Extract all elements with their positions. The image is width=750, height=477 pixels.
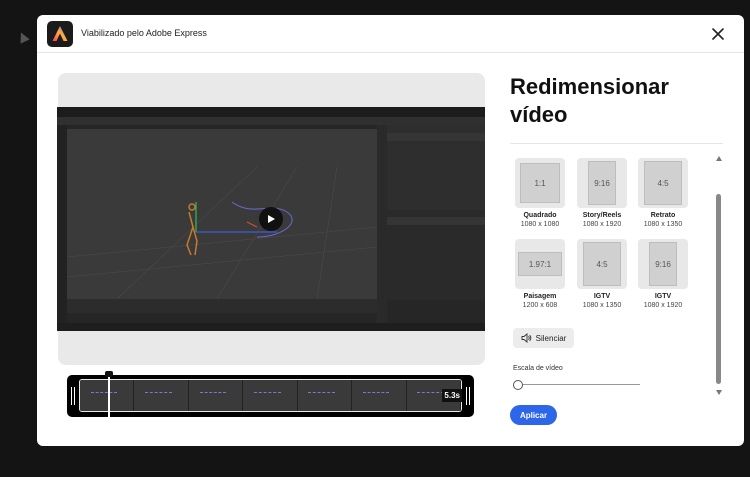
preset-dimensions: 1200 x 608 [522, 302, 558, 309]
divider [510, 143, 723, 144]
mute-button[interactable]: Silenciar [513, 328, 574, 348]
mute-label: Silenciar [535, 333, 567, 343]
speaker-icon [521, 333, 531, 343]
preset-name: Paisagem [523, 293, 557, 300]
video-scale-track[interactable] [517, 384, 640, 385]
close-button[interactable] [710, 26, 726, 42]
preset-dimensions: 1080 x 1920 [582, 221, 622, 228]
preset-thumbnail: 9:16 [638, 239, 688, 289]
playhead-knob[interactable] [105, 371, 113, 377]
preset-name: Quadrado [523, 212, 557, 219]
preset-name: IGTV [654, 293, 672, 300]
preset-name: Retrato [650, 212, 676, 219]
scrollbar-thumb[interactable] [716, 194, 721, 384]
filmstrip-frame [188, 380, 244, 411]
filmstrip-frame [297, 380, 353, 411]
preset-thumbnail: 4:5 [577, 239, 627, 289]
aspect-ratio-box: 4:5 [583, 242, 621, 286]
aspect-ratio-box: 9:16 [588, 161, 616, 205]
preset-igtv-9-16[interactable]: 9:16 IGTV 1080 x 1920 [633, 239, 693, 309]
duration-label: 5.3s [442, 389, 462, 402]
preset-name: IGTV [593, 293, 611, 300]
video-scale-slider-thumb[interactable] [513, 380, 523, 390]
dialog-header: Viabilizado pelo Adobe Express [37, 15, 744, 53]
aspect-ratio-box: 1.97:1 [518, 252, 562, 276]
preset-name: Story/Reels [582, 212, 622, 219]
preset-thumbnail: 1:1 [515, 158, 565, 208]
filmstrip-frame [134, 380, 189, 411]
preset-quadrado[interactable]: 1:1 Quadrado 1080 x 1080 [510, 158, 570, 228]
trim-start-handle[interactable] [71, 387, 75, 405]
trim-timeline[interactable]: 5.3s [67, 371, 474, 417]
preset-dimensions: 1080 x 1350 [582, 302, 622, 309]
resize-video-dialog: Viabilizado pelo Adobe Express 5.3s Redi… [37, 15, 744, 446]
preset-retrato[interactable]: 4:5 Retrato 1080 x 1350 [633, 158, 693, 228]
background-cursor-icon [16, 30, 30, 44]
panel-scrollbar[interactable] [716, 156, 722, 395]
filmstrip-frame [352, 380, 407, 411]
scroll-down-arrow-icon[interactable] [716, 390, 722, 395]
preset-dimensions: 1080 x 1920 [643, 302, 683, 309]
close-icon [712, 28, 724, 40]
preset-thumbnail: 1.97:1 [515, 239, 565, 289]
aspect-ratio-box: 1:1 [520, 163, 560, 203]
preset-thumbnail: 4:5 [638, 158, 688, 208]
apply-button[interactable]: Aplicar [510, 405, 557, 425]
aspect-ratio-box: 9:16 [649, 242, 677, 286]
preset-igtv-4-5[interactable]: 4:5 IGTV 1080 x 1350 [572, 239, 632, 309]
scroll-up-arrow-icon[interactable] [716, 156, 722, 161]
preset-dimensions: 1080 x 1080 [520, 221, 560, 228]
preset-paisagem[interactable]: 1.97:1 Paisagem 1200 x 608 [510, 239, 570, 309]
preset-story-reels[interactable]: 9:16 Story/Reels 1080 x 1920 [572, 158, 632, 228]
adobe-express-logo-icon [47, 21, 73, 47]
preset-thumbnail: 9:16 [577, 158, 627, 208]
trim-end-handle[interactable] [466, 387, 470, 405]
play-button[interactable] [259, 207, 283, 231]
preset-dimensions: 1080 x 1350 [643, 221, 683, 228]
play-icon [268, 215, 275, 223]
filmstrip [79, 379, 462, 412]
filmstrip-frame [243, 380, 298, 411]
video-scale-label: Escala de vídeo [513, 365, 563, 372]
panel-title: Redimensionar vídeo [510, 74, 669, 127]
aspect-ratio-box: 4:5 [644, 161, 682, 205]
playhead[interactable] [105, 371, 113, 417]
header-title: Viabilizado pelo Adobe Express [81, 28, 207, 38]
